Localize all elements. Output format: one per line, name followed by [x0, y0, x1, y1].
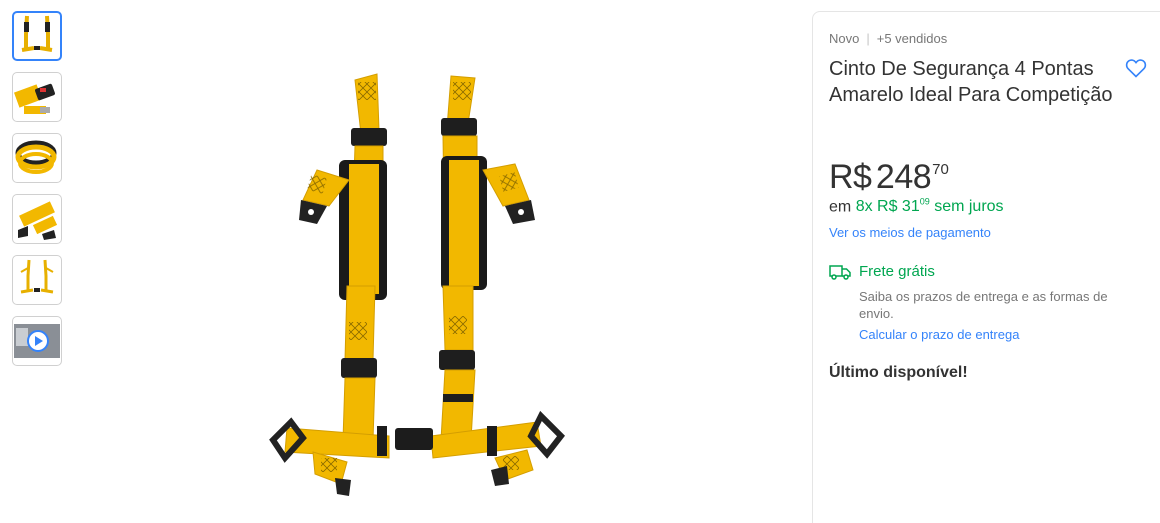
- strap-closeup-thumb-icon: [18, 201, 58, 240]
- installments-count-price: 8x R$ 31: [855, 198, 920, 216]
- payment-methods-link[interactable]: Ver os meios de pagamento: [829, 225, 991, 240]
- harness-thumb-icon: [21, 15, 53, 52]
- thumbnail-3[interactable]: [12, 133, 62, 183]
- sold-count: +5 vendidos: [876, 31, 948, 46]
- free-shipping-title: Frete grátis: [859, 263, 935, 280]
- price: R$ 24870: [829, 158, 949, 197]
- installments: em 8x R$ 3109 sem juros: [829, 197, 1004, 216]
- rolled-straps-thumb-icon: [15, 140, 57, 174]
- shipping-description: Saiba os prazos de entrega e as formas d…: [859, 289, 1108, 321]
- installments-cents: 09: [919, 197, 930, 207]
- installments-prefix: em: [829, 198, 852, 216]
- product-info-panel: Novo | +5 vendidos Cinto De Segurança 4 Po…: [812, 11, 1160, 523]
- thumbnail-1[interactable]: [12, 11, 62, 61]
- thumbnail-list: [12, 11, 62, 377]
- condition-label: Novo: [829, 31, 860, 46]
- subtitle-separator: |: [866, 31, 870, 46]
- installments-suffix: sem juros: [934, 198, 1004, 216]
- truck-icon: [829, 264, 851, 280]
- price-currency: R$: [829, 158, 872, 196]
- favorite-heart-icon[interactable]: [1124, 56, 1148, 80]
- product-title: Cinto De Segurança 4 Pontas Amarelo Idea…: [829, 58, 1113, 106]
- installments-amount: 8x R$ 3109 sem juros: [855, 197, 1004, 216]
- thumbnail-4[interactable]: [12, 194, 62, 244]
- calculate-delivery-link[interactable]: Calcular o prazo de entrega: [859, 327, 1019, 342]
- product-main-image[interactable]: [255, 60, 585, 520]
- video-thumb-icon: [14, 324, 60, 358]
- stock-status: Último disponível!: [829, 364, 968, 381]
- price-integer: 248: [875, 158, 932, 196]
- product-subtitle: Novo | +5 vendidos: [829, 31, 947, 46]
- buckle-thumb-icon: [14, 83, 55, 114]
- thumbnail-2[interactable]: [12, 72, 62, 122]
- thumbnail-6-video[interactable]: [12, 316, 62, 366]
- price-cents: 70: [932, 161, 949, 178]
- seat-belt-harness-image: [269, 73, 565, 496]
- thumbnail-5[interactable]: [12, 255, 62, 305]
- harness-small-thumb-icon: [20, 259, 54, 294]
